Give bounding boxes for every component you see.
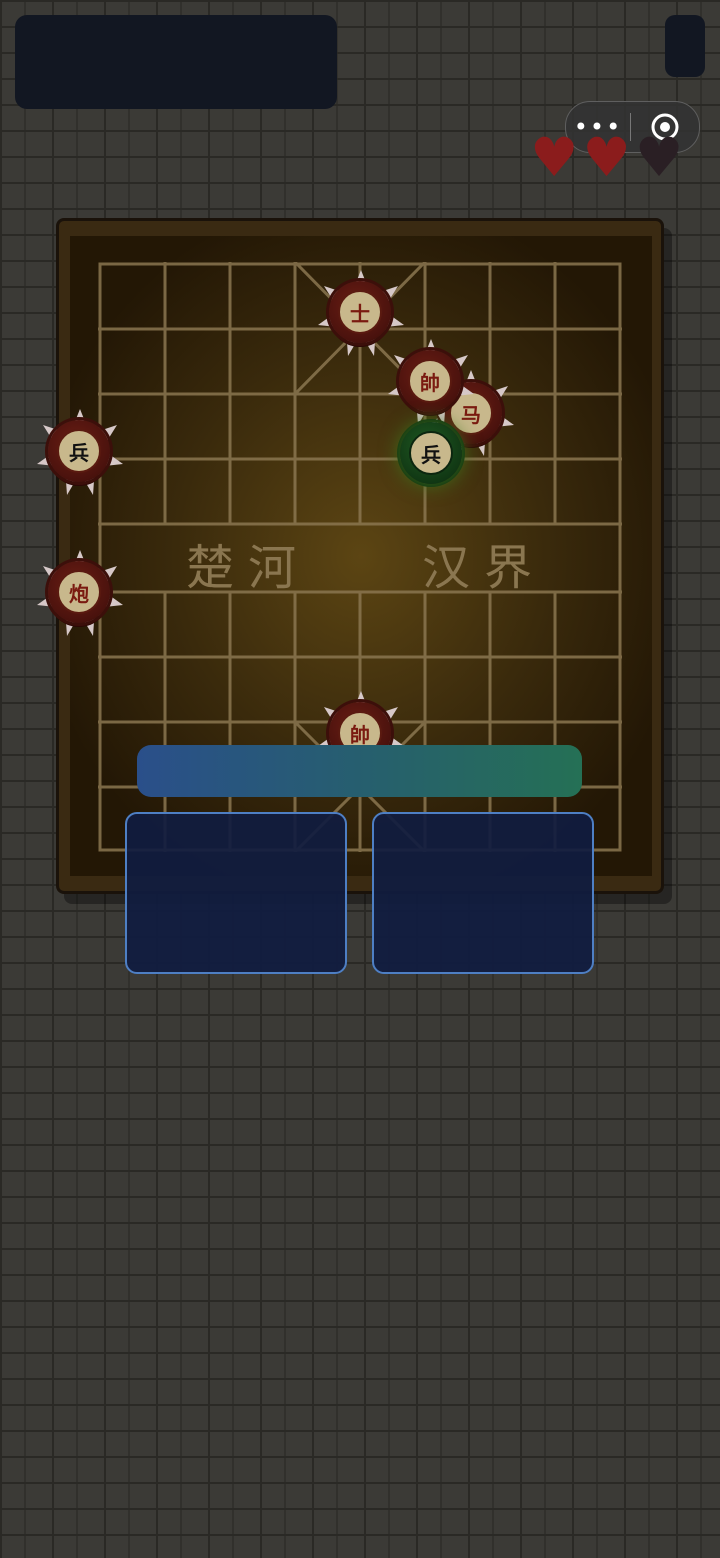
dialog-right-button[interactable]: [372, 812, 594, 974]
river-label: 楚河 汉界: [100, 524, 620, 596]
piece-label: 兵: [409, 431, 453, 475]
heart-icon: ♥: [582, 126, 631, 189]
dialog-title-bar: [137, 745, 582, 797]
chess-piece[interactable]: 兵: [48, 420, 110, 482]
chess-piece[interactable]: 炮: [48, 561, 110, 623]
chess-piece[interactable]: 帥: [399, 350, 461, 412]
lives-indicator: ♥ ♥ ♥: [530, 126, 684, 189]
dialog-left-button[interactable]: [125, 812, 347, 974]
piece-label: 兵: [57, 429, 101, 473]
piece-label: 炮: [57, 570, 101, 614]
chess-piece[interactable]: 兵: [400, 422, 462, 484]
piece-label: 士: [338, 290, 382, 334]
piece-label: 帥: [408, 359, 452, 403]
river-right-text: 汉界: [422, 540, 547, 596]
chess-piece[interactable]: 士: [329, 281, 391, 343]
heart-icon: ♥: [530, 126, 579, 189]
top-right-panel: [665, 15, 705, 77]
heart-empty-icon: ♥: [634, 126, 684, 189]
top-left-panel: [15, 15, 337, 109]
river-left-text: 楚河: [186, 540, 311, 596]
